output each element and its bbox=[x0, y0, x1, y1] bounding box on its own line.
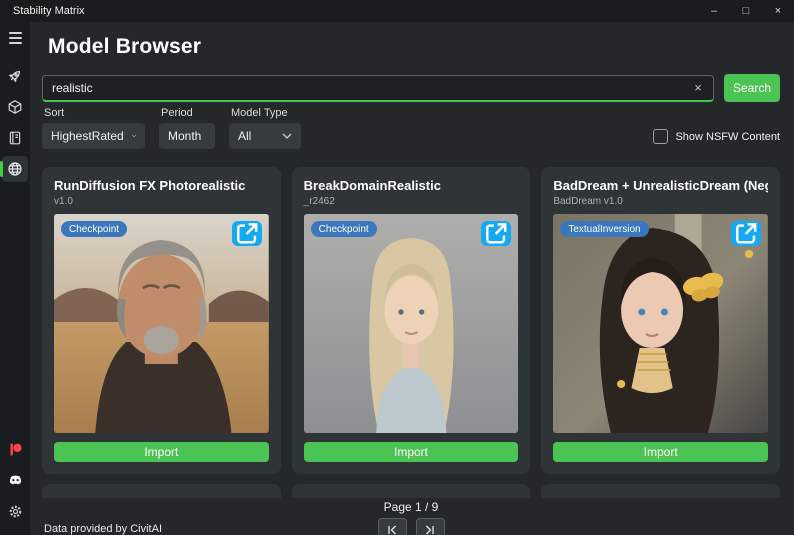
search-input[interactable] bbox=[52, 80, 689, 95]
discord-icon bbox=[9, 475, 21, 484]
model-type-badge: Checkpoint bbox=[310, 221, 377, 237]
package-cube-icon bbox=[8, 100, 22, 114]
sidebar-item-discord[interactable] bbox=[2, 467, 28, 493]
window-title: Stability Matrix bbox=[13, 5, 85, 17]
nsfw-label: Show NSFW Content bbox=[675, 130, 780, 143]
hamburger-menu-icon[interactable] bbox=[4, 27, 26, 49]
model-title: BreakDomainRealistic bbox=[303, 178, 441, 193]
open-external-button[interactable] bbox=[731, 221, 761, 246]
model-preview-image: Checkpoint bbox=[303, 214, 519, 433]
first-page-button[interactable] bbox=[377, 518, 407, 535]
model-type-value: All bbox=[238, 129, 252, 143]
patreon-icon bbox=[9, 443, 21, 455]
search-row: × Search bbox=[42, 74, 780, 102]
sort-filter: Sort HighestRated bbox=[42, 107, 145, 149]
search-button[interactable]: Search bbox=[724, 74, 780, 102]
model-card: RunDiffusion FX Photorealistic v1.0 Chec… bbox=[42, 167, 281, 474]
open-external-icon bbox=[736, 223, 757, 244]
sidebar-item-patreon[interactable] bbox=[2, 436, 28, 462]
open-external-icon bbox=[486, 223, 507, 244]
preview-butterfly-woman bbox=[553, 214, 768, 433]
window-controls: – □ × bbox=[698, 0, 794, 22]
page-title: Model Browser bbox=[48, 35, 202, 58]
model-type-badge: TextualInversion bbox=[560, 221, 649, 237]
period-filter: Period Month bbox=[159, 107, 215, 149]
footer-bar: Page 1 / 9 Data provided by CivitAI bbox=[42, 498, 780, 535]
sort-label: Sort bbox=[44, 107, 65, 119]
model-card[interactable] bbox=[541, 484, 780, 498]
checkpoints-notebook-icon bbox=[9, 131, 21, 145]
clear-search-icon[interactable]: × bbox=[689, 79, 707, 97]
sort-dropdown[interactable]: HighestRated bbox=[42, 123, 145, 149]
last-page-button[interactable] bbox=[415, 518, 445, 535]
minimize-button[interactable]: – bbox=[698, 0, 730, 22]
model-type-dropdown[interactable]: All bbox=[229, 123, 301, 149]
civitai-attribution: Data provided by CivitAI bbox=[44, 523, 162, 535]
sidebar bbox=[0, 22, 30, 535]
chevron-down-icon bbox=[282, 133, 292, 139]
sidebar-item-settings[interactable] bbox=[2, 498, 28, 524]
model-preview-image: Checkpoint bbox=[54, 214, 269, 433]
maximize-button[interactable]: □ bbox=[730, 0, 762, 22]
settings-gear-icon bbox=[9, 505, 21, 517]
chevron-down-icon bbox=[131, 134, 136, 138]
sort-value: HighestRated bbox=[51, 129, 124, 143]
last-page-icon bbox=[426, 525, 434, 535]
model-title: BadDream + UnrealisticDream (Negative Em… bbox=[553, 178, 768, 193]
filter-row: Sort HighestRated Period Month Model Typ… bbox=[42, 107, 780, 149]
model-card-grid: RunDiffusion FX Photorealistic v1.0 Chec… bbox=[42, 167, 780, 474]
model-preview-image: TextualInversion bbox=[553, 214, 768, 433]
period-dropdown[interactable]: Month bbox=[159, 123, 215, 149]
nsfw-toggle: Show NSFW Content bbox=[653, 129, 780, 144]
model-version: v1.0 bbox=[54, 196, 73, 207]
model-type-badge: Checkpoint bbox=[61, 221, 128, 237]
model-card[interactable] bbox=[42, 484, 281, 498]
preview-photorealistic-man bbox=[54, 214, 269, 433]
close-button[interactable]: × bbox=[762, 0, 794, 22]
model-type-label: Model Type bbox=[231, 107, 288, 119]
nsfw-checkbox[interactable] bbox=[653, 129, 669, 144]
sidebar-item-checkpoints[interactable] bbox=[2, 125, 28, 151]
import-button[interactable]: Import bbox=[553, 442, 768, 462]
model-version: _r2462 bbox=[303, 196, 335, 207]
model-type-filter: Model Type All bbox=[229, 107, 301, 149]
first-page-icon bbox=[388, 525, 396, 535]
model-card: BreakDomainRealistic _r2462 Checkpoint I… bbox=[291, 167, 531, 474]
next-row-partial bbox=[42, 484, 780, 498]
pagination-buttons bbox=[377, 518, 445, 535]
model-card[interactable] bbox=[291, 484, 531, 498]
sidebar-item-launch[interactable] bbox=[2, 63, 28, 89]
app-window: Stability Matrix – □ × Model Browser rea… bbox=[0, 0, 794, 535]
import-button[interactable]: Import bbox=[54, 442, 269, 462]
open-external-button[interactable] bbox=[481, 221, 512, 246]
sidebar-item-packages[interactable] bbox=[2, 94, 28, 120]
title-bar: Stability Matrix – □ × bbox=[0, 0, 794, 22]
page-indicator: Page 1 / 9 bbox=[383, 500, 439, 514]
model-title: RunDiffusion FX Photorealistic bbox=[54, 178, 246, 193]
sidebar-item-model-browser[interactable] bbox=[0, 156, 28, 182]
period-value: Month bbox=[168, 129, 202, 143]
model-card: BadDream + UnrealisticDream (Negative Em… bbox=[541, 167, 780, 474]
open-external-button[interactable] bbox=[231, 221, 262, 246]
main-content: Model Browser × Search Sort HighestRated bbox=[30, 22, 794, 535]
search-box[interactable]: × bbox=[42, 74, 714, 102]
import-button[interactable]: Import bbox=[303, 442, 519, 462]
open-external-icon bbox=[236, 223, 258, 244]
model-browser-globe-icon bbox=[8, 162, 22, 176]
rocket-launch-icon bbox=[8, 70, 21, 83]
model-version: BadDream v1.0 bbox=[553, 196, 623, 207]
period-label: Period bbox=[161, 107, 193, 119]
preview-blonde-woman bbox=[303, 214, 519, 433]
